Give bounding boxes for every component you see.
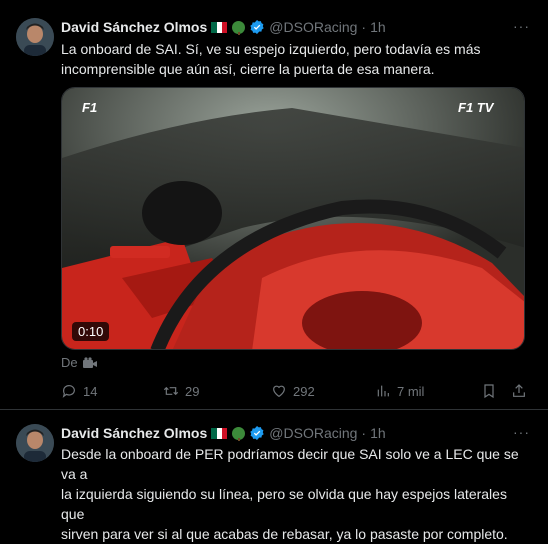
- avatar-image: [16, 18, 54, 56]
- like-button[interactable]: 292: [271, 383, 315, 399]
- views-count: 7 mil: [397, 383, 425, 399]
- author-avatar[interactable]: [16, 424, 54, 462]
- reply-icon: [62, 385, 75, 398]
- retweet-count: 29: [185, 383, 200, 399]
- more-icon[interactable]: ···: [513, 18, 530, 34]
- author-handle[interactable]: @DSORacing: [269, 19, 357, 35]
- tweet-header: David Sánchez Olmos @DSORacing · 1h: [61, 18, 386, 36]
- tree-emoji-icon: [232, 426, 246, 441]
- tweet-text-line: incomprensible que aún así, cierre la pu…: [61, 61, 435, 77]
- like-icon: [273, 385, 285, 398]
- views-button[interactable]: 7 mil: [375, 383, 424, 399]
- tweet-2[interactable]: David Sánchez Olmos @DSORacing · 1h ··· …: [0, 410, 548, 542]
- bookmark-button[interactable]: [481, 383, 503, 399]
- tweet-header: David Sánchez Olmos @DSORacing · 1h: [61, 424, 386, 442]
- retweet-icon: [163, 386, 179, 396]
- author-handle[interactable]: @DSORacing: [269, 425, 357, 441]
- camera-icon[interactable]: [82, 356, 98, 369]
- like-count: 292: [293, 383, 315, 399]
- separator: ·: [361, 425, 367, 441]
- bookmark-icon: [484, 384, 494, 399]
- reply-count: 14: [83, 383, 98, 399]
- reply-button[interactable]: 14: [61, 383, 97, 399]
- video-frame: [62, 88, 524, 349]
- more-icon[interactable]: ···: [513, 424, 530, 440]
- tweet-text: Desde la onboard de PER podríamos decir …: [61, 444, 529, 544]
- tweet-time[interactable]: 1h: [370, 19, 386, 35]
- tweet-text-line: Desde la onboard de PER podríamos decir …: [61, 446, 519, 482]
- tweet-actions: 14 29 292 7 mil: [61, 383, 525, 403]
- mexico-flag-icon: [211, 427, 228, 439]
- share-icon: [513, 384, 525, 397]
- retweet-button[interactable]: 29: [163, 383, 199, 399]
- views-icon: [377, 385, 389, 397]
- tweet-text-line: sirven para ver si al que acabas de reba…: [61, 526, 508, 542]
- tweet-text: La onboard de SAI. Sí, ve su espejo izqu…: [61, 39, 529, 79]
- tweet-text-line: la izquierda siguiendo su línea, pero se…: [61, 486, 507, 522]
- tweet-time[interactable]: 1h: [370, 425, 386, 441]
- separator: ·: [361, 19, 367, 35]
- source-label: De: [61, 355, 78, 370]
- mexico-flag-icon: [211, 21, 228, 33]
- verified-badge-icon: [250, 426, 264, 440]
- tweet-1[interactable]: David Sánchez Olmos @DSORacing · 1h ··· …: [0, 0, 548, 410]
- tweet-text-line: La onboard de SAI. Sí, ve su espejo izqu…: [61, 41, 481, 57]
- video-duration: 0:10: [72, 322, 110, 341]
- tree-emoji-icon: [232, 20, 246, 35]
- video-player[interactable]: [61, 87, 525, 350]
- avatar-image: [16, 424, 54, 462]
- video-source: De: [61, 355, 98, 370]
- share-button[interactable]: [511, 383, 533, 399]
- verified-badge-icon: [250, 20, 264, 34]
- author-avatar[interactable]: [16, 18, 54, 56]
- author-name[interactable]: David Sánchez Olmos: [61, 19, 207, 35]
- f1-logo-left: F1: [82, 100, 98, 115]
- f1tv-logo: F1 TV: [458, 100, 494, 115]
- author-name[interactable]: David Sánchez Olmos: [61, 425, 207, 441]
